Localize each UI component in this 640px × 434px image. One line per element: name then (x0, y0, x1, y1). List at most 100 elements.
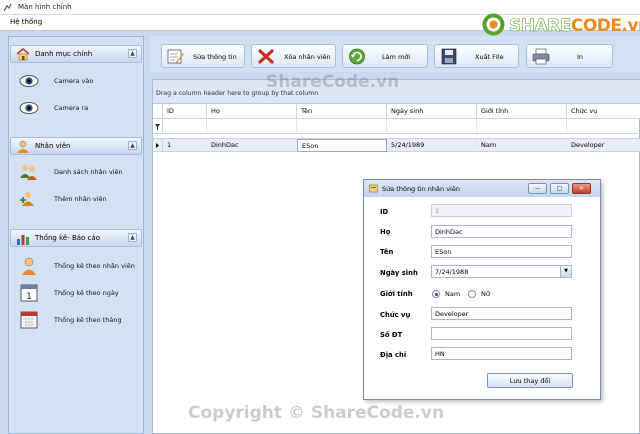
collapse-chevron-icon[interactable]: ▲ (128, 141, 137, 150)
menu-item-he-thong[interactable]: Hệ thống (10, 18, 42, 26)
refresh-label: Làm mới (382, 53, 411, 61)
column-header-ngay-sinh[interactable]: Ngày sinh (387, 104, 477, 119)
sharecode-logo: SHARECODE.vn (481, 12, 640, 38)
filter-row-indicator (153, 119, 163, 134)
sidebar-item-them-nhan-vien[interactable]: Thêm nhân viên (17, 188, 141, 210)
toolbar: Sửa thông tin Xóa nhân viên Làm mới Xuất… (150, 36, 640, 72)
cell-ten[interactable]: ESon (297, 139, 387, 152)
cell-chuc-vu[interactable]: Developer (567, 139, 640, 152)
cell-id[interactable]: 1 (163, 139, 207, 152)
dropdown-arrow-icon[interactable]: ▼ (560, 266, 571, 277)
label-ngay-sinh: Ngày sinh (380, 269, 418, 277)
sharecode-logo-mark-icon (482, 13, 505, 36)
ten-field[interactable]: ESon (431, 245, 572, 258)
maximize-button[interactable]: □ (550, 183, 569, 194)
sidebar-item-danh-sach-nhan-vien[interactable]: Danh sách nhân viên (17, 161, 141, 183)
logo-text-share: SHARE (509, 16, 572, 37)
row-indicator (153, 139, 163, 152)
label-gioi-tinh: Giới tính (380, 290, 413, 298)
filter-cell-ten[interactable] (297, 119, 387, 134)
sidebar-group-danh-muc-chinh[interactable]: Danh mục chính ▲ (10, 45, 142, 63)
delete-x-icon (258, 49, 274, 64)
filter-cell-gioi-tinh[interactable] (477, 119, 567, 134)
delete-employee-label: Xóa nhân viên (284, 53, 331, 61)
row-indicator-header (153, 104, 163, 119)
save-changes-button[interactable]: Lưu thay đổi (487, 373, 573, 388)
filter-cell-id[interactable] (163, 119, 207, 134)
radio-nu[interactable] (468, 290, 476, 298)
calendar-month-icon (20, 311, 38, 329)
label-ho: Họ (380, 228, 391, 236)
sidebar: Danh mục chính ▲ Camera vào Camera ra Nh… (8, 36, 144, 434)
save-disk-icon (441, 48, 457, 65)
sidebar-group-thong-ke-bao-cao[interactable]: Thống kê- Báo cáo ▲ (10, 229, 142, 247)
filter-cell-chuc-vu[interactable] (567, 119, 640, 134)
column-header-ho[interactable]: Họ (207, 104, 297, 119)
add-person-icon (20, 192, 34, 206)
sidebar-item-label: Camera vào (54, 77, 94, 85)
edit-employee-dialog: Sửa thông tin nhân viên — □ ✕ ID 1 Họ Di… (363, 179, 601, 400)
export-file-label: Xuất FIle (475, 53, 504, 61)
home-icon (16, 48, 30, 61)
label-ten: Tên (380, 248, 394, 256)
filter-cell-ngay-sinh[interactable] (387, 119, 477, 134)
table-row[interactable]: 1 DinhDac ESon 5/24/1989 Nam Developer (153, 138, 640, 152)
radio-nam[interactable] (432, 290, 440, 298)
sidebar-group-label: Danh mục chính (35, 50, 93, 58)
collapse-chevron-icon[interactable]: ▲ (128, 49, 137, 58)
bar-chart-icon (17, 235, 29, 245)
sidebar-group-nhan-vien[interactable]: Nhân viên ▲ (10, 137, 142, 155)
dialog-title-bar[interactable]: Sửa thông tin nhân viên — □ ✕ (364, 180, 600, 197)
sidebar-item-camera-vao[interactable]: Camera vào (17, 70, 141, 92)
print-button[interactable]: In (526, 44, 613, 68)
sidebar-item-thong-ke-theo-nhan-vien[interactable]: Thống kê theo nhân viên (17, 255, 141, 277)
sidebar-item-thong-ke-theo-thang[interactable]: Thống kê theo tháng (17, 309, 141, 331)
dia-chi-field[interactable]: HN (431, 347, 572, 360)
label-so-dt: Số ĐT (380, 331, 403, 339)
radio-nu-label: Nữ (481, 290, 490, 298)
refresh-icon (349, 48, 365, 65)
form-icon (369, 184, 378, 193)
dialog-title: Sửa thông tin nhân viên (382, 185, 460, 193)
sidebar-item-label: Danh sách nhân viên (54, 168, 123, 176)
sidebar-item-label: Thống kê theo tháng (54, 316, 122, 324)
svg-text:1: 1 (26, 292, 32, 302)
column-header-id[interactable]: ID (163, 104, 207, 119)
chuc-vu-field[interactable]: Developer (431, 307, 572, 320)
ngay-sinh-date-picker[interactable]: 7/24/1988 ▼ (431, 265, 572, 278)
so-dt-field[interactable] (431, 327, 572, 340)
minimize-button[interactable]: — (528, 183, 547, 194)
person-icon (17, 140, 29, 153)
print-label: In (577, 53, 584, 61)
current-row-arrow-icon (156, 143, 159, 148)
column-header-chuc-vu[interactable]: Chức vụ (567, 104, 640, 119)
cell-ngay-sinh[interactable]: 5/24/1989 (387, 139, 477, 152)
ho-field[interactable]: DinhDac (431, 225, 572, 238)
column-header-ten[interactable]: Tên (297, 104, 387, 119)
close-button[interactable]: ✕ (572, 183, 591, 194)
refresh-button[interactable]: Làm mới (342, 44, 428, 68)
eye-icon (19, 75, 39, 87)
sidebar-group-label: Nhân viên (35, 142, 71, 150)
sidebar-item-label: Thống kê theo ngày (54, 289, 119, 297)
sidebar-item-camera-ra[interactable]: Camera ra (17, 97, 141, 119)
label-dia-chi: Địa chỉ (380, 351, 407, 359)
cell-gioi-tinh[interactable]: Nam (477, 139, 567, 152)
save-changes-label: Lưu thay đổi (509, 377, 551, 385)
cell-ho[interactable]: DinhDac (207, 139, 297, 152)
people-group-icon (20, 165, 37, 180)
sidebar-item-label: Camera ra (54, 104, 89, 112)
filter-cell-ho[interactable] (207, 119, 297, 134)
column-header-gioi-tinh[interactable]: Giới tính (477, 104, 567, 119)
auto-filter-row (153, 119, 640, 134)
export-file-button[interactable]: Xuất FIle (434, 44, 519, 68)
calendar-day-icon: 1 (20, 284, 38, 302)
sidebar-group-label: Thống kê- Báo cáo (35, 234, 100, 242)
watermark-bottom: Copyright © ShareCode.vn (188, 403, 445, 423)
watermark-center: ShareCode.vn (266, 72, 400, 92)
collapse-chevron-icon[interactable]: ▲ (128, 233, 137, 242)
edit-form-icon (167, 49, 184, 64)
edit-info-button[interactable]: Sửa thông tin (161, 44, 245, 68)
delete-employee-button[interactable]: Xóa nhân viên (251, 44, 336, 68)
sidebar-item-thong-ke-theo-ngay[interactable]: 1 Thống kê theo ngày (17, 282, 141, 304)
